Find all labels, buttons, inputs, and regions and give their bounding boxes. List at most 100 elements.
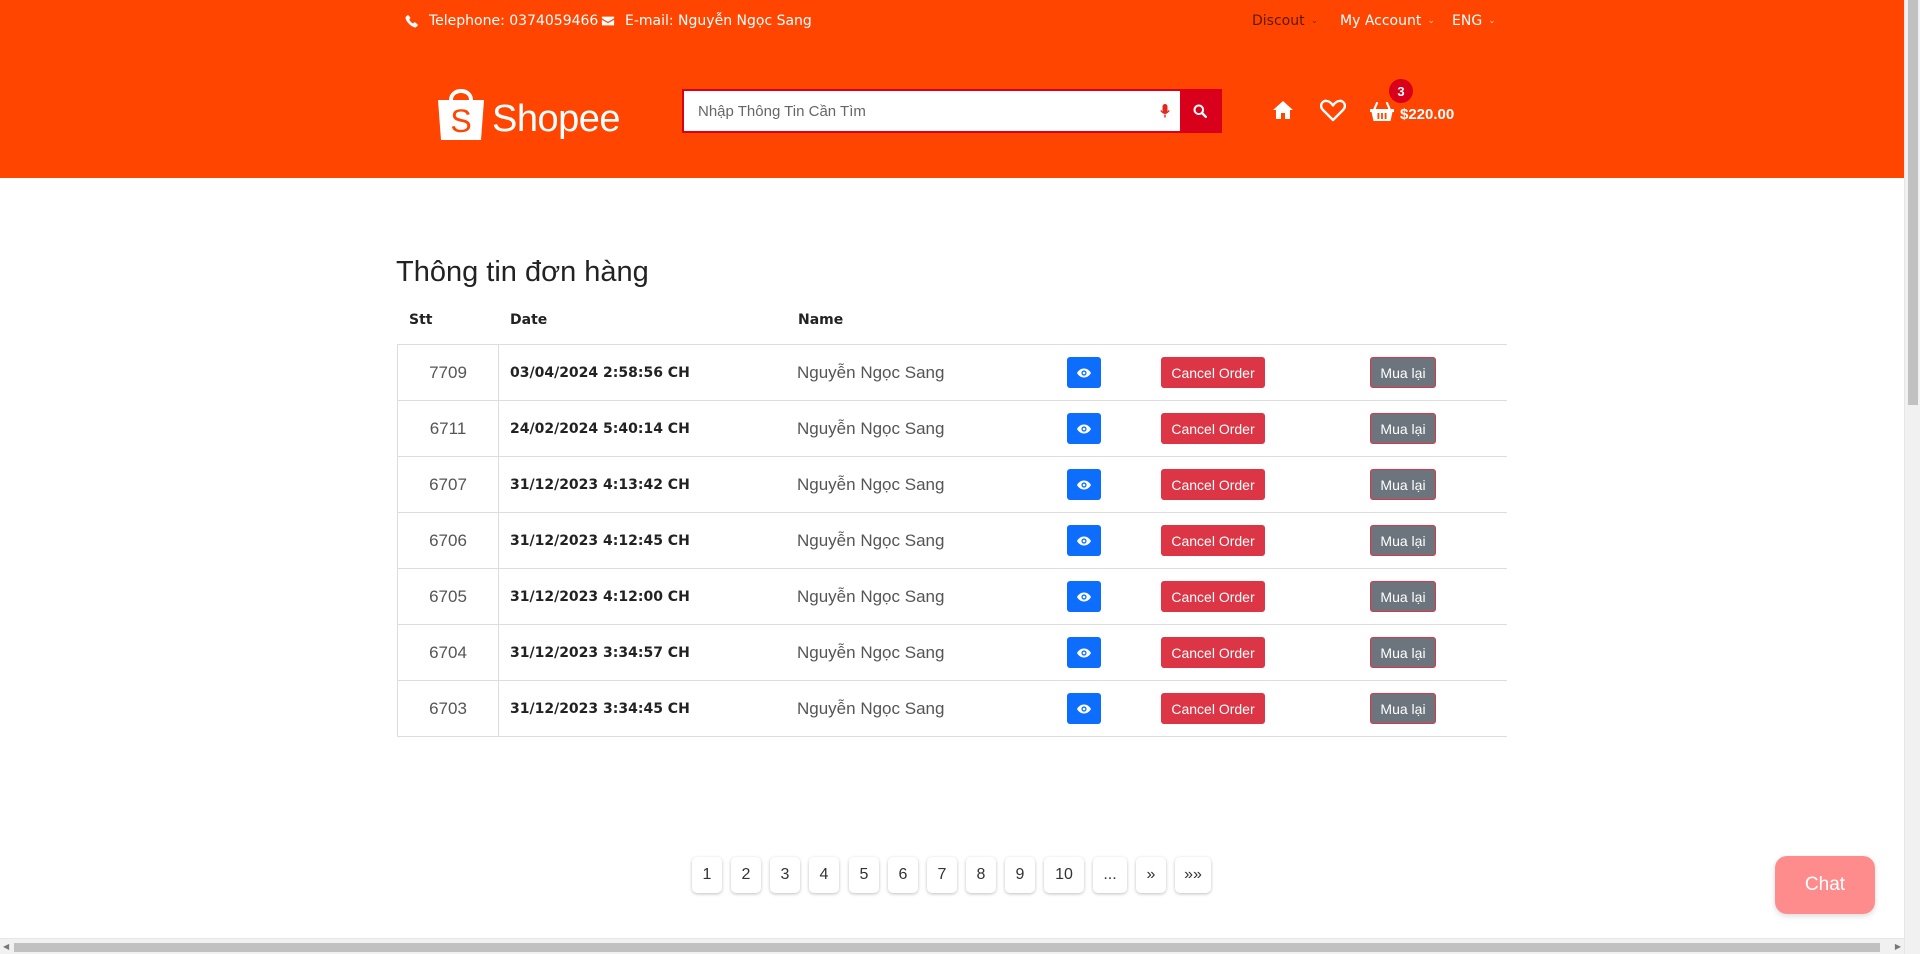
search-bar	[682, 89, 1222, 133]
page-link[interactable]: 2	[731, 857, 761, 893]
table-row: 7709 03/04/2024 2:58:56 CH Nguyễn Ngọc S…	[397, 345, 1507, 401]
order-date: 03/04/2024 2:58:56 CH	[510, 364, 690, 381]
cancel-order-button[interactable]: Cancel Order	[1161, 413, 1265, 444]
view-order-button[interactable]	[1067, 525, 1101, 556]
search-button[interactable]	[1180, 91, 1220, 131]
order-stt: 6704	[397, 625, 499, 680]
page-link[interactable]: 4	[809, 857, 839, 893]
eye-icon	[1077, 704, 1091, 713]
page-link[interactable]: 3	[770, 857, 800, 893]
view-order-button[interactable]	[1067, 693, 1101, 724]
vertical-scrollbar[interactable]	[1904, 0, 1920, 954]
page-link[interactable]: 10	[1044, 857, 1084, 893]
microphone-icon[interactable]	[1150, 91, 1180, 131]
table-row: 6705 31/12/2023 4:12:00 CH Nguyễn Ngọc S…	[397, 569, 1507, 625]
order-stt: 6711	[397, 401, 499, 456]
chevron-down-icon: ⌄	[1310, 16, 1319, 26]
eye-icon	[1077, 368, 1091, 377]
heart-icon[interactable]	[1319, 99, 1347, 126]
page-title: Thông tin đơn hàng	[396, 256, 649, 288]
page-link[interactable]: 1	[692, 857, 722, 893]
scroll-left-arrow-icon[interactable]: ◀	[3, 942, 9, 951]
scroll-right-arrow-icon[interactable]: ▶	[1895, 942, 1901, 951]
view-order-button[interactable]	[1067, 357, 1101, 388]
order-stt: 6706	[397, 513, 499, 568]
page-ellipsis: ...	[1093, 857, 1127, 893]
chat-button[interactable]: Chat	[1775, 856, 1875, 914]
table-row: 6704 31/12/2023 3:34:57 CH Nguyễn Ngọc S…	[397, 625, 1507, 681]
rebuy-button[interactable]: Mua lại	[1370, 693, 1436, 724]
order-name: Nguyễn Ngọc Sang	[797, 362, 945, 382]
order-date: 31/12/2023 3:34:57 CH	[510, 644, 690, 661]
my-account-label: My Account	[1340, 13, 1422, 29]
rebuy-button[interactable]: Mua lại	[1370, 525, 1436, 556]
view-order-button[interactable]	[1067, 413, 1101, 444]
order-stt: 6705	[397, 569, 499, 624]
site-header: Telephone: 0374059466 E-mail: Nguyễn Ngọ…	[0, 0, 1904, 178]
cancel-order-button[interactable]: Cancel Order	[1161, 637, 1265, 668]
table-row: 6703 31/12/2023 3:34:45 CH Nguyễn Ngọc S…	[397, 681, 1507, 737]
eye-icon	[1077, 480, 1091, 489]
cancel-order-button[interactable]: Cancel Order	[1161, 693, 1265, 724]
cancel-order-button[interactable]: Cancel Order	[1161, 469, 1265, 500]
discount-menu[interactable]: Discout ⌄	[1252, 13, 1318, 29]
order-date: 31/12/2023 3:34:45 CH	[510, 700, 690, 717]
last-page-link[interactable]: »»	[1175, 857, 1211, 893]
envelope-icon	[601, 16, 615, 26]
search-input[interactable]	[684, 91, 1150, 131]
top-bar: Telephone: 0374059466 E-mail: Nguyễn Ngọ…	[0, 0, 1904, 42]
vertical-scroll-thumb[interactable]	[1908, 0, 1918, 405]
eye-icon	[1077, 592, 1091, 601]
table-row: 6707 31/12/2023 4:13:42 CH Nguyễn Ngọc S…	[397, 457, 1507, 513]
rebuy-button[interactable]: Mua lại	[1370, 637, 1436, 668]
order-name: Nguyễn Ngọc Sang	[797, 586, 945, 606]
eye-icon	[1077, 648, 1091, 657]
view-order-button[interactable]	[1067, 469, 1101, 500]
cancel-order-button[interactable]: Cancel Order	[1161, 525, 1265, 556]
telephone-info: Telephone: 0374059466	[405, 13, 598, 29]
logo-bag-letter: S	[450, 103, 471, 139]
chevron-down-icon: ⌄	[1488, 16, 1496, 26]
order-name: Nguyễn Ngọc Sang	[797, 698, 945, 718]
cart-count-badge: 3	[1389, 79, 1413, 103]
horizontal-scroll-thumb[interactable]	[14, 943, 1880, 952]
cancel-order-button[interactable]: Cancel Order	[1161, 357, 1265, 388]
rebuy-button[interactable]: Mua lại	[1370, 413, 1436, 444]
rebuy-button[interactable]: Mua lại	[1370, 357, 1436, 388]
my-account-menu[interactable]: My Account ⌄	[1340, 13, 1435, 29]
order-name: Nguyễn Ngọc Sang	[797, 642, 945, 662]
language-menu[interactable]: ENG ⌄	[1452, 13, 1496, 29]
rebuy-button[interactable]: Mua lại	[1370, 469, 1436, 500]
page-link[interactable]: 5	[849, 857, 879, 893]
eye-icon	[1077, 424, 1091, 433]
phone-icon	[405, 15, 418, 28]
horizontal-scrollbar[interactable]: ◀ ▶	[0, 938, 1904, 954]
shopping-basket-icon[interactable]	[1370, 101, 1394, 126]
order-date: 24/02/2024 5:40:14 CH	[510, 420, 690, 437]
view-order-button[interactable]	[1067, 637, 1101, 668]
cancel-order-button[interactable]: Cancel Order	[1161, 581, 1265, 612]
discount-label: Discout	[1252, 13, 1305, 29]
page-link[interactable]: 6	[888, 857, 918, 893]
eye-icon	[1077, 536, 1091, 545]
next-page-link[interactable]: »	[1136, 857, 1166, 893]
search-icon	[1193, 104, 1207, 118]
order-name: Nguyễn Ngọc Sang	[797, 530, 945, 550]
order-stt: 7709	[397, 345, 499, 400]
page-link[interactable]: 8	[966, 857, 996, 893]
order-name: Nguyễn Ngọc Sang	[797, 474, 945, 494]
cart-total[interactable]: $220.00	[1400, 106, 1454, 123]
table-row: 6711 24/02/2024 5:40:14 CH Nguyễn Ngọc S…	[397, 401, 1507, 457]
table-row: 6706 31/12/2023 4:12:45 CH Nguyễn Ngọc S…	[397, 513, 1507, 569]
column-header-name: Name	[798, 312, 844, 328]
page-link[interactable]: 7	[927, 857, 957, 893]
shopee-logo[interactable]: S Shopee	[434, 82, 621, 142]
rebuy-button[interactable]: Mua lại	[1370, 581, 1436, 612]
order-name: Nguyễn Ngọc Sang	[797, 418, 945, 438]
page-link[interactable]: 9	[1005, 857, 1035, 893]
view-order-button[interactable]	[1067, 581, 1101, 612]
column-header-date: Date	[510, 312, 548, 328]
logo-text: Shopee	[492, 98, 621, 140]
home-icon[interactable]	[1272, 100, 1294, 124]
chevron-down-icon: ⌄	[1427, 16, 1435, 26]
